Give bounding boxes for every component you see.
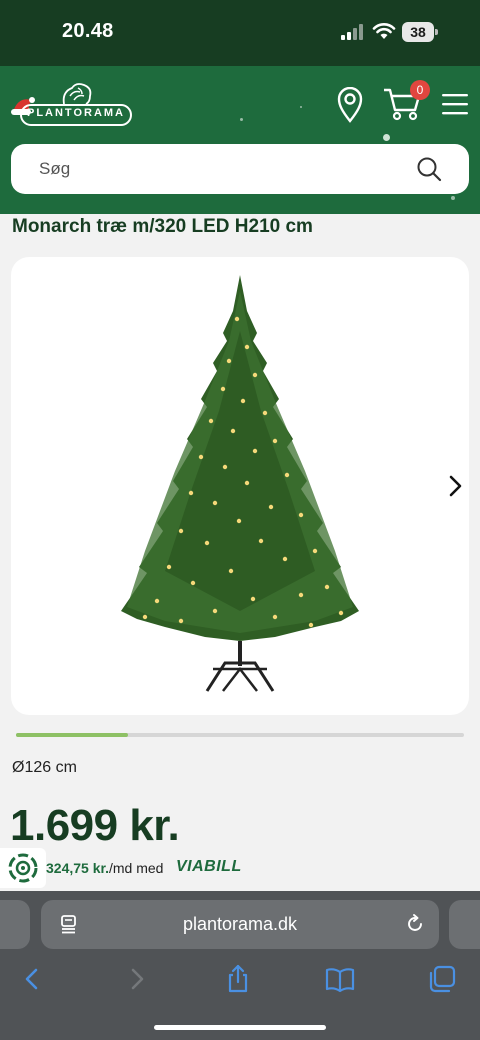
back-icon[interactable] [17, 964, 47, 994]
viabill-badge[interactable] [0, 848, 46, 888]
next-tab-preview[interactable] [449, 900, 480, 949]
battery-icon: 38 [402, 22, 438, 42]
share-icon[interactable] [223, 964, 253, 994]
viabill-brand: VIABILL [176, 858, 242, 875]
address-bar[interactable]: plantorama.dk [41, 900, 439, 949]
viabill-financing[interactable]: 324,75 kr. /md med VIABILL [0, 848, 480, 888]
tabs-icon[interactable] [427, 964, 457, 994]
logo-text: PLANTORAMA [26, 107, 125, 119]
search-bar [11, 144, 469, 194]
product-image-gallery[interactable] [11, 257, 469, 715]
product-diameter: Ø126 cm [12, 759, 77, 776]
reload-icon[interactable] [405, 914, 425, 934]
product-title: Monarch træ m/320 LED H210 cm [12, 216, 313, 237]
plantorama-logo[interactable]: PLANTORAMA [10, 82, 136, 128]
financing-monthly-amount: 324,75 kr. [46, 860, 110, 876]
christmas-tree-image [121, 275, 359, 692]
store-locator-icon[interactable] [336, 87, 364, 123]
viabill-logo-icon [8, 853, 38, 883]
status-time: 20.48 [62, 20, 114, 42]
hamburger-menu-icon[interactable] [440, 92, 470, 116]
image-carousel-progress [16, 733, 464, 737]
bookmarks-icon[interactable] [325, 964, 355, 994]
forward-icon[interactable] [122, 964, 152, 994]
cellular-signal-icon [341, 24, 363, 40]
image-carousel-progress-fill [16, 733, 128, 737]
previous-tab-preview[interactable] [0, 900, 30, 949]
financing-text: /md med [109, 860, 164, 876]
search-icon[interactable] [416, 156, 442, 182]
cart-count-badge: 0 [410, 80, 430, 100]
address-bar-url: plantorama.dk [182, 914, 298, 934]
lion-logo-icon [62, 83, 92, 105]
page-menu-icon[interactable] [59, 914, 79, 934]
search-input[interactable] [39, 144, 399, 194]
battery-level: 38 [402, 22, 434, 42]
wifi-icon [372, 23, 396, 39]
safari-toolbar: plantorama.dk [0, 891, 480, 1040]
status-bar: 20.48 38 [0, 0, 480, 66]
chevron-right-icon[interactable] [445, 473, 465, 499]
product-price: 1.699 kr. [10, 801, 180, 850]
home-indicator[interactable] [154, 1025, 326, 1030]
